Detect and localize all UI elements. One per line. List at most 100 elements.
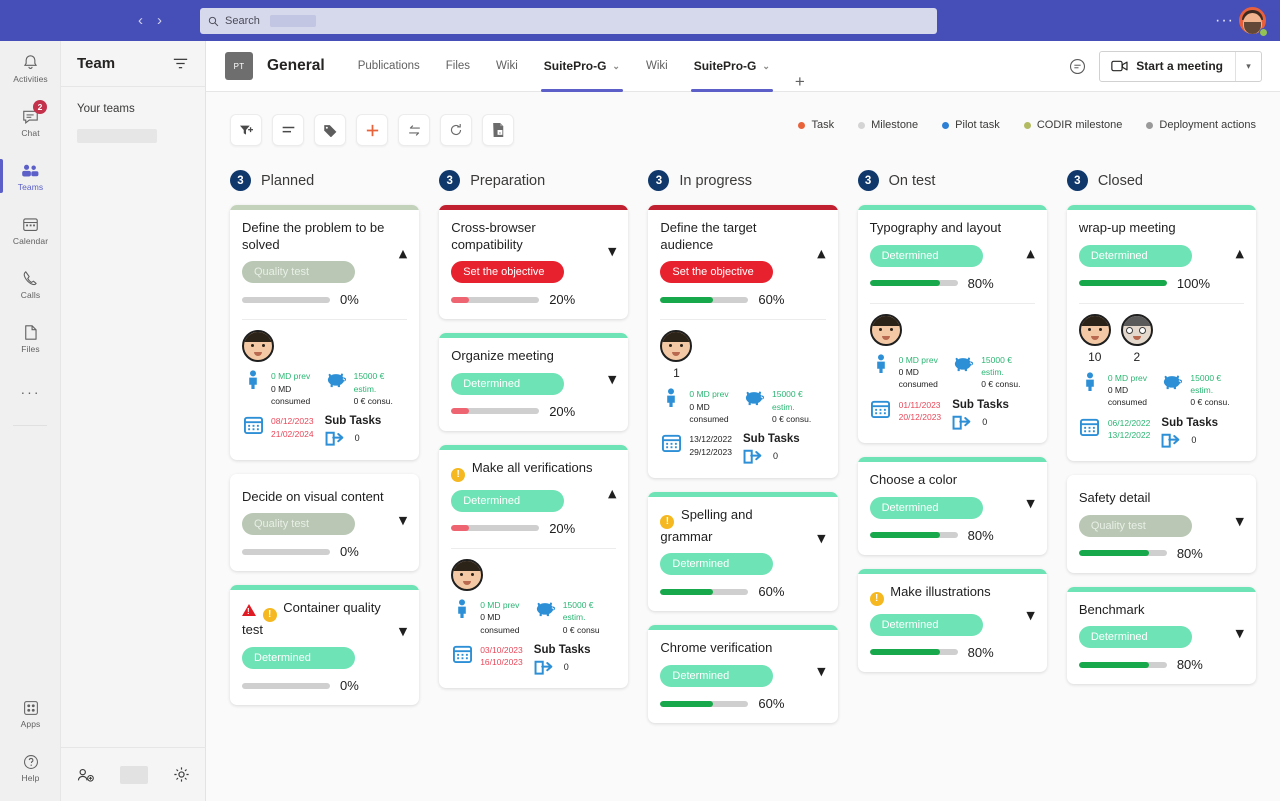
card-expand-chevron-down-icon[interactable]: ▼ — [399, 514, 407, 527]
card-status-chip[interactable]: Determined — [1078, 244, 1192, 267]
task-card[interactable]: Choose a color Determined ▼ 80% — [857, 457, 1047, 555]
channel-tabs: Publications Files Wiki SuitePro-G ⌄ Wiki Suit… — [345, 41, 817, 92]
card-expand-chevron-down-icon[interactable]: ▼ — [608, 245, 616, 258]
assignee-avatar[interactable] — [1078, 313, 1111, 346]
card-expand-chevron-down-icon[interactable]: ▼ — [1026, 609, 1034, 622]
card-status-chip[interactable]: Determined — [451, 372, 565, 395]
task-card[interactable]: Define the problem to be solved Quality t… — [230, 205, 420, 460]
start-meeting-caret[interactable]: ▾ — [1235, 51, 1261, 81]
back-icon[interactable]: ‹ — [138, 12, 143, 29]
tab-wiki-2[interactable]: Wiki — [483, 41, 531, 92]
assignee-avatar[interactable] — [242, 330, 274, 363]
topbar-more-button[interactable]: ··· — [1215, 12, 1234, 30]
card-status-chip[interactable]: Set the objective — [660, 261, 774, 284]
tag-button[interactable] — [314, 114, 346, 146]
add-tab-button[interactable]: + — [783, 72, 817, 92]
card-expand-chevron-down-icon[interactable]: ▼ — [1236, 515, 1244, 528]
conversation-icon[interactable] — [1069, 58, 1086, 75]
sidebar-item-chat[interactable]: 2 Chat — [0, 95, 61, 149]
sidebar-item-calendar[interactable]: Calendar — [0, 203, 61, 257]
card-status-label: Determined — [672, 670, 730, 683]
card-status-chip[interactable]: Quality test — [1078, 514, 1192, 537]
card-status-chip[interactable]: Determined — [660, 553, 774, 576]
sidebar-item-help[interactable]: Help — [0, 741, 61, 795]
add-button[interactable] — [356, 114, 388, 146]
assignee-avatars — [660, 330, 825, 363]
search-input[interactable]: Search — [200, 8, 937, 34]
card-status-chip[interactable]: Determined — [242, 647, 355, 670]
subtasks-icon[interactable] — [325, 429, 345, 447]
card-expand-chevron-down-icon[interactable]: ▼ — [1026, 497, 1034, 510]
card-expand-chevron-down-icon[interactable]: ▼ — [399, 625, 407, 638]
progress-label: 0% — [340, 544, 359, 560]
card-title: Define the target audience — [660, 220, 757, 252]
card-collapse-chevron-up-icon[interactable]: ▲ — [817, 247, 825, 260]
chevron-down-icon[interactable]: ⌄ — [762, 61, 770, 72]
assignee-avatar[interactable] — [869, 313, 902, 346]
card-status-chip[interactable]: Set the objective — [451, 261, 565, 284]
card-status-chip[interactable]: Determined — [869, 496, 983, 519]
task-card[interactable]: Decide on visual content Quality test ▼ 0% — [230, 473, 420, 572]
tab-files-1[interactable]: Files — [433, 41, 483, 92]
sidebar-item-apps[interactable]: Apps — [0, 687, 61, 741]
task-card[interactable]: Typography and layout Determined ▲ 80% 0 MD … — [857, 205, 1047, 444]
card-expand-chevron-down-icon[interactable]: ▼ — [817, 532, 825, 545]
card-progress-row: 80% — [1078, 657, 1244, 672]
forward-icon[interactable]: › — [157, 12, 162, 29]
tab-suitepro-g-5[interactable]: SuitePro-G ⌄ — [681, 41, 783, 92]
card-collapse-chevron-up-icon[interactable]: ▲ — [608, 487, 616, 500]
sidebar-item-files[interactable]: Files — [0, 311, 61, 365]
card-status-chip[interactable]: Quality test — [242, 261, 355, 284]
sidebar-item-teams[interactable]: Teams — [0, 149, 61, 203]
swap-button[interactable] — [398, 114, 430, 146]
sidebar-more-button[interactable]: ··· — [0, 365, 61, 419]
chevron-down-icon[interactable]: ⌄ — [612, 61, 620, 72]
task-card[interactable]: ! Container quality test Determined ▼ 0% — [230, 585, 420, 706]
assignee-avatar[interactable] — [660, 330, 693, 363]
task-card[interactable]: Organize meeting Determined ▼ 20% — [439, 333, 629, 431]
sort-button[interactable] — [272, 114, 304, 146]
filter-add-button[interactable] — [230, 114, 262, 146]
task-card[interactable]: Cross-browser compatibility Set the objec… — [439, 205, 629, 320]
task-card[interactable]: ! Make illustrations Determined ▼ 80% — [857, 568, 1047, 672]
gear-icon[interactable] — [173, 766, 190, 783]
start-meeting-button[interactable]: Start a meeting — [1100, 52, 1235, 81]
avatar-mouth — [1132, 335, 1141, 340]
subtasks-icon[interactable] — [743, 447, 763, 465]
card-expand-chevron-down-icon[interactable]: ▼ — [608, 373, 616, 386]
task-card[interactable]: Benchmark Determined ▼ 80% — [1066, 586, 1257, 685]
card-expand-chevron-down-icon[interactable]: ▼ — [817, 665, 825, 678]
subtasks-icon[interactable] — [952, 413, 972, 431]
filter-lines-icon[interactable] — [172, 56, 189, 71]
task-card[interactable]: Chrome verification Determined ▼ 60% — [648, 625, 838, 724]
task-card[interactable]: Safety detail Quality test ▼ 80% — [1066, 475, 1257, 573]
assignee-avatar[interactable] — [1120, 313, 1153, 346]
task-card[interactable]: wrap-up meeting Determined ▲ 100% 10 2 0 MD pr… — [1066, 205, 1257, 462]
task-card[interactable]: Define the target audience Set the object… — [648, 205, 838, 478]
tab-suitepro-g-3[interactable]: SuitePro-G ⌄ — [531, 41, 633, 92]
card-collapse-chevron-up-icon[interactable]: ▲ — [1236, 247, 1244, 260]
assignee-avatar[interactable] — [451, 558, 484, 591]
tab-publications-0[interactable]: Publications — [345, 41, 433, 92]
card-status-chip[interactable]: Determined — [869, 244, 983, 267]
sidebar-item-calls[interactable]: Calls — [0, 257, 61, 311]
subtasks-icon[interactable] — [534, 658, 554, 676]
card-collapse-chevron-up-icon[interactable]: ▲ — [1026, 247, 1034, 260]
export-excel-button[interactable]: x — [482, 114, 514, 146]
card-expand-chevron-down-icon[interactable]: ▼ — [1236, 627, 1244, 640]
card-status-chip[interactable]: Determined — [1078, 626, 1192, 649]
card-status-chip[interactable]: Determined — [869, 613, 983, 636]
avatar-eye-left — [878, 327, 882, 331]
budget-stat: 15000 € estim. 0 € consu. — [743, 388, 826, 425]
refresh-button[interactable] — [440, 114, 472, 146]
card-collapse-chevron-up-icon[interactable]: ▲ — [399, 247, 407, 260]
sidebar-item-activities[interactable]: Activities — [0, 41, 61, 95]
task-card[interactable]: ! Make all verifications Determined ▲ 20% 0 … — [439, 444, 629, 689]
card-status-chip[interactable]: Determined — [451, 489, 565, 512]
subtasks-icon[interactable] — [1161, 431, 1181, 449]
join-team-icon[interactable] — [77, 767, 95, 783]
card-status-chip[interactable]: Quality test — [242, 513, 355, 536]
task-card[interactable]: ! Spelling and grammar Determined ▼ 60% — [648, 491, 838, 612]
tab-wiki-4[interactable]: Wiki — [633, 41, 681, 92]
card-status-chip[interactable]: Determined — [660, 665, 774, 688]
